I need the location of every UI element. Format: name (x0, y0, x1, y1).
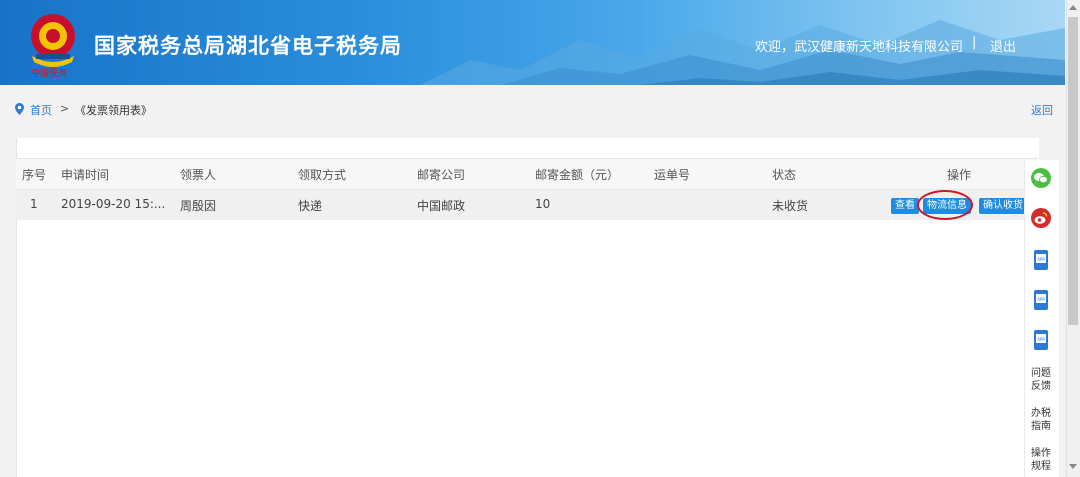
cell-courier: 中国邮政 (417, 199, 466, 213)
logout-link[interactable]: 退出 (990, 36, 1016, 55)
app-icon-label: APP (1037, 257, 1045, 262)
mobile-app-icon: APP (1034, 250, 1048, 270)
column-header-courier: 邮寄公司 (417, 168, 466, 182)
column-header-index: 序号 (22, 168, 47, 182)
tax-guide-label: 办税指南 (1031, 408, 1051, 432)
table-row (16, 190, 1038, 220)
column-header-recipient: 领票人 (180, 168, 217, 182)
site-title: 国家税务总局湖北省电子税务局 (94, 34, 402, 58)
app-download-button-2[interactable]: APP (1024, 290, 1058, 314)
column-header-waybill: 运单号 (654, 168, 691, 182)
cell-status: 未收货 (772, 199, 809, 213)
procedure-link[interactable]: 操作规程 (1024, 447, 1058, 473)
scroll-down-arrow-icon[interactable] (1069, 464, 1077, 470)
breadcrumb-bar (0, 85, 1065, 133)
back-link[interactable]: 返回 (1031, 102, 1053, 118)
column-header-amount: 邮寄金额（元） (535, 168, 620, 182)
location-pin-icon (15, 103, 24, 115)
column-header-method: 领取方式 (298, 168, 347, 182)
app-download-button-1[interactable]: APP (1024, 250, 1058, 274)
welcome-text: 欢迎，武汉健康新天地科技有限公司 (755, 40, 964, 55)
cell-amount: 10 (535, 197, 551, 211)
procedure-label: 操作规程 (1031, 448, 1051, 472)
app-icon-label: APP (1037, 337, 1045, 342)
feedback-label: 问题反馈 (1031, 368, 1051, 392)
app-icon-label: APP (1037, 297, 1045, 302)
column-header-actions: 操作 (947, 168, 972, 182)
cell-index: 1 (30, 197, 38, 211)
wechat-icon (1031, 168, 1051, 188)
scrollbar-thumb[interactable] (1068, 17, 1078, 325)
confirm-receipt-button[interactable]: 确认收货 (979, 198, 1027, 214)
feedback-link[interactable]: 问题反馈 (1024, 367, 1058, 393)
emblem-caption: 中国税务 (31, 69, 68, 79)
view-button[interactable]: 查看 (891, 198, 919, 214)
weibo-icon (1031, 208, 1051, 228)
mobile-app-icon: APP (1034, 330, 1048, 350)
tax-guide-link[interactable]: 办税指南 (1024, 407, 1058, 433)
table-header (16, 158, 1038, 190)
app-download-button-3[interactable]: APP (1024, 330, 1058, 354)
wechat-button[interactable] (1024, 168, 1058, 192)
scroll-up-arrow-icon[interactable] (1069, 4, 1077, 10)
cell-method: 快递 (298, 199, 323, 213)
cell-recipient: 周殷因 (180, 199, 217, 213)
weibo-button[interactable] (1024, 208, 1058, 232)
breadcrumb-home-link[interactable]: 首页 (30, 102, 52, 118)
column-header-apply-time: 申请时间 (61, 168, 110, 182)
breadcrumb-current: 《发票领用表》 (75, 104, 152, 117)
header-banner: 中国税务 国家税务总局湖北省电子税务局 欢迎，武汉健康新天地科技有限公司 | 退… (0, 0, 1065, 85)
breadcrumb-arrow: > (60, 102, 70, 115)
cell-apply-time: 2019-09-20 15:... (61, 197, 166, 211)
header-separator: | (972, 35, 977, 50)
highlight-annotation-circle (917, 190, 973, 220)
column-header-status: 状态 (772, 168, 797, 182)
mobile-app-icon: APP (1034, 290, 1048, 310)
